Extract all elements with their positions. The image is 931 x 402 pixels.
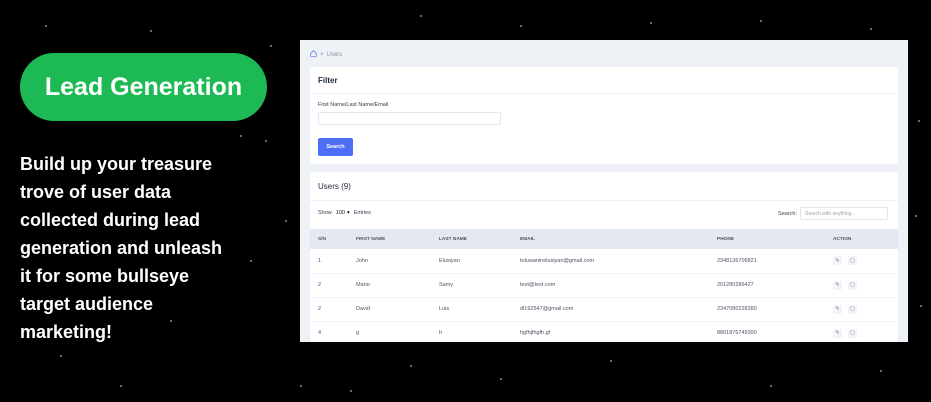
search-button[interactable]: Search	[318, 138, 353, 156]
cell-action: ✎ ▢	[825, 321, 898, 342]
promo-line: generation and unleash	[20, 238, 223, 258]
table-row: 2 Mario Samy test@test.com 201280286427 …	[310, 273, 898, 298]
cell-email: dl192547@gmail.com	[512, 297, 709, 322]
cell-email: hgfhjfhgfh.gf	[512, 321, 709, 342]
promo-line: trove of user data	[20, 182, 172, 202]
divider	[310, 200, 898, 201]
users-title: Users (9)	[318, 182, 351, 191]
cell-phone: 201280286427	[709, 273, 825, 298]
page-size-value: 100	[335, 210, 345, 216]
page-size-select[interactable]: 100 ▾	[336, 210, 350, 216]
trash-icon[interactable]: ▢	[848, 328, 857, 338]
column-header-phone[interactable]: PHONE	[709, 229, 825, 249]
column-header-action: ACTION	[833, 236, 852, 242]
cell-phone: 2348136709821	[709, 249, 825, 274]
search-label: Search:	[778, 210, 797, 217]
cell-action: ✎ ▢	[825, 249, 898, 274]
cell-email: toluwaninelusiyan@gmail.com	[512, 249, 709, 274]
name-email-label: First Name/Last Name/Email	[318, 102, 389, 108]
cell-last-name: h	[431, 321, 512, 342]
cell-last-name: Luis	[431, 297, 512, 322]
trash-icon[interactable]: ▢	[848, 256, 857, 266]
entries-label: Entries	[353, 210, 371, 216]
cell-action: ✎ ▢	[825, 273, 898, 298]
show-label: Show	[318, 210, 332, 216]
cell-sn: 4	[310, 321, 348, 342]
promo-text: Build up your treasure trove of user dat…	[20, 150, 270, 346]
edit-icon[interactable]: ✎	[833, 280, 842, 290]
table-search-input[interactable]: Search with anything...	[800, 207, 888, 220]
breadcrumb: > Users	[310, 50, 342, 59]
cell-last-name: Elusiyan	[431, 249, 512, 274]
chevron-right-icon: >	[320, 51, 324, 58]
cell-email: test@test.com	[512, 273, 709, 298]
chevron-down-icon: ▾	[346, 210, 350, 216]
edit-icon[interactable]: ✎	[833, 256, 842, 266]
filter-card: Filter First Name/Last Name/Email Search	[310, 67, 898, 164]
cell-sn: 2	[310, 273, 348, 298]
filter-title: Filter	[318, 76, 338, 85]
promo-line: Build up your treasure	[20, 154, 213, 174]
edit-icon[interactable]: ✎	[833, 304, 842, 314]
table-row: 4 g h hgfhjfhgfh.gf 8801876749390 ✎ ▢	[310, 321, 898, 342]
cell-first-name: g	[348, 321, 431, 342]
app-screenshot: > Users Filter First Name/Last Name/Emai…	[300, 40, 908, 342]
column-header-last-name[interactable]: LAST NAME	[431, 229, 512, 249]
table-row: 1 John Elusiyan toluwaninelusiyan@gmail.…	[310, 249, 898, 274]
cell-first-name: John	[348, 249, 431, 274]
promo-line: target audience	[20, 294, 154, 314]
edit-icon[interactable]: ✎	[833, 328, 842, 338]
column-header-sn[interactable]: S/N	[310, 229, 348, 249]
cell-first-name: David	[348, 297, 431, 322]
cell-phone: 2347080228280	[709, 297, 825, 322]
promo-line: collected during lead	[20, 210, 201, 230]
users-card: Users (9) Show 100 ▾ Entries Search: Sea…	[310, 172, 898, 342]
users-table: S/N FIRST NAME LAST NAME EMAIL PHONE ACT…	[310, 229, 898, 342]
promo-line: marketing!	[20, 322, 113, 342]
cell-first-name: Mario	[348, 273, 431, 298]
trash-icon[interactable]: ▢	[848, 280, 857, 290]
table-header-row: S/N FIRST NAME LAST NAME EMAIL PHONE ACT…	[310, 229, 898, 249]
home-icon[interactable]	[310, 50, 317, 59]
table-row: 2 David Luis dl192547@gmail.com 23470802…	[310, 297, 898, 322]
promo-line: it for some bullseye	[20, 266, 190, 286]
divider	[310, 93, 898, 94]
breadcrumb-users[interactable]: Users	[327, 52, 343, 58]
trash-icon[interactable]: ▢	[848, 304, 857, 314]
cell-sn: 2	[310, 297, 348, 322]
lead-generation-badge: Lead Generation	[20, 53, 267, 121]
cell-sn: 1	[310, 249, 348, 274]
column-header-first-name[interactable]: FIRST NAME	[348, 229, 431, 249]
cell-last-name: Samy	[431, 273, 512, 298]
name-email-input[interactable]	[318, 112, 501, 125]
page-size-control: Show 100 ▾ Entries	[318, 210, 371, 216]
table-search: Search: Search with anything...	[778, 207, 888, 220]
cell-action: ✎ ▢	[825, 297, 898, 322]
column-header-email[interactable]: EMAIL	[512, 229, 709, 249]
cell-phone: 8801876749390	[709, 321, 825, 342]
